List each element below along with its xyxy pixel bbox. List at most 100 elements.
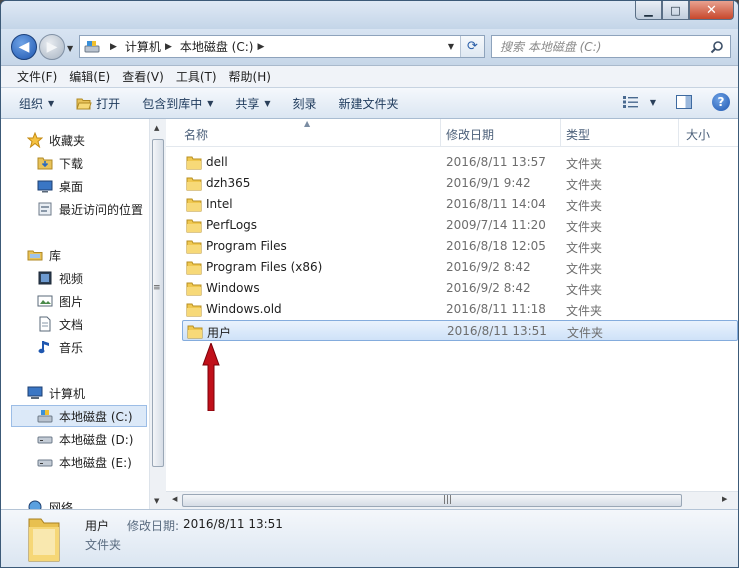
maximize-button[interactable]: □ [662,1,689,20]
help-icon[interactable]: ? [712,93,730,111]
views-dropdown-icon[interactable]: ▼ [650,98,656,107]
file-type: 文件夹 [566,220,603,234]
chevron-right-icon[interactable]: ▶ [257,42,264,52]
preview-pane-icon[interactable] [676,95,692,109]
document-icon [37,316,53,332]
file-row[interactable]: Intel 2016/8/11 14:04 文件夹 [182,194,738,215]
address-history-dropdown[interactable]: ▼ [444,36,458,57]
new-folder-button[interactable]: 新建文件夹 [339,95,399,112]
selected-item-name: 用户 [85,519,110,533]
organize-button[interactable]: 组织 ▼ [19,95,54,112]
share-button[interactable]: 共享 ▼ [235,95,270,112]
file-list-horizontal-scrollbar[interactable]: ◀ ||| ▶ [166,491,738,509]
red-arrow-annotation [202,343,220,411]
caption-buttons: ▁ □ ✕ [635,1,734,21]
folder-icon [186,198,202,212]
column-divider[interactable] [440,119,441,147]
drive-icon [37,431,53,447]
open-button[interactable]: 打开 [76,95,120,112]
menu-tools[interactable]: 工具(T) [170,68,223,85]
file-row[interactable]: PerfLogs 2009/7/14 11:20 文件夹 [182,215,738,236]
nav-recent-label: 最近访问的位置 [59,202,144,217]
music-note-icon [37,339,53,355]
back-button[interactable]: ◀ [11,34,37,60]
burn-label: 刻录 [292,96,317,111]
scroll-up-icon[interactable]: ▲ [154,124,159,132]
burn-button[interactable]: 刻录 [293,95,317,112]
column-divider[interactable] [678,119,679,147]
file-row[interactable]: Windows 2016/9/2 8:42 文件夹 [182,278,738,299]
menu-file[interactable]: 文件(F) [11,68,63,85]
chevron-right-icon[interactable]: ▶ [165,42,172,52]
forward-button[interactable]: ▶ [39,34,65,60]
modified-date-label: 修改日期: [127,519,180,533]
nav-music[interactable]: 音乐 [1,336,149,358]
file-row[interactable]: dell 2016/8/11 13:57 文件夹 [182,152,738,173]
nav-videos[interactable]: 视频 [1,267,149,289]
file-row[interactable]: Windows.old 2016/8/11 11:18 文件夹 [182,299,738,320]
file-name: PerfLogs [206,218,258,232]
file-date: 2016/8/11 13:51 [447,324,547,338]
refresh-icon[interactable]: ⟳ [460,36,484,57]
toolbar-right-group: ▼ ? [622,93,730,111]
file-row[interactable]: Program Files (x86) 2016/9/2 8:42 文件夹 [182,257,738,278]
nav-favorites[interactable]: 收藏夹 [1,129,149,151]
scroll-right-icon[interactable]: ▶ [722,495,727,503]
folder-icon [187,325,203,339]
address-bar[interactable]: ▶ 计算机 ▶ 本地磁盘 (C:) ▶ ▼ ⟳ [79,35,485,58]
column-header-size[interactable]: 大小 [686,126,710,143]
breadcrumb-drive-c[interactable]: 本地磁盘 (C:) [180,38,254,55]
chevron-right-icon[interactable]: ▶ [110,42,117,52]
menu-bar: 文件(F) 编辑(E) 查看(V) 工具(T) 帮助(H) [1,65,738,87]
column-header-type[interactable]: 类型 [566,126,590,143]
column-headers: ▲ 名称 修改日期 类型 大小 [166,119,738,147]
nav-computer[interactable]: 计算机 [1,382,149,404]
nav-drive-d[interactable]: 本地磁盘 (D:) [1,428,149,450]
nav-pictures[interactable]: 图片 [1,290,149,312]
nav-network-label: 网络 [49,500,74,510]
nav-drive-e[interactable]: 本地磁盘 (E:) [1,451,149,473]
search-input[interactable]: 搜索 本地磁盘 (C:) [491,35,731,58]
nav-downloads[interactable]: 下载 [1,152,149,174]
nav-documents[interactable]: 文档 [1,313,149,335]
folder-icon [186,261,202,275]
scroll-left-icon[interactable]: ◀ [172,495,177,503]
menu-edit[interactable]: 编辑(E) [63,68,116,85]
nav-recent-places[interactable]: 最近访问的位置 [1,198,149,220]
menu-help[interactable]: 帮助(H) [223,68,277,85]
nav-pictures-label: 图片 [59,294,84,309]
close-button[interactable]: ✕ [689,1,734,20]
recent-pages-dropdown[interactable]: ▼ [67,44,73,53]
scroll-down-icon[interactable]: ▼ [154,497,159,505]
computer-icon [27,385,43,401]
column-header-name[interactable]: 名称 [184,126,208,143]
file-name: 用户 [207,326,232,340]
scrollbar-thumb[interactable]: ||| [182,494,682,507]
nav-libraries[interactable]: 库 [1,244,149,266]
downloads-folder-icon [37,155,53,171]
file-name: Program Files (x86) [206,260,323,274]
nav-desktop[interactable]: 桌面 [1,175,149,197]
breadcrumb-computer[interactable]: 计算机 [125,38,161,55]
search-icon[interactable] [710,40,724,54]
nav-pane-scrollbar[interactable]: ▲ ≡ ▼ [149,119,166,509]
file-row[interactable]: Program Files 2016/8/18 12:05 文件夹 [182,236,738,257]
column-divider[interactable] [560,119,561,147]
file-row[interactable]: dzh365 2016/9/1 9:42 文件夹 [182,173,738,194]
include-in-library-button[interactable]: 包含到库中 ▼ [142,95,213,112]
column-header-date[interactable]: 修改日期 [446,126,494,143]
views-icon[interactable] [622,96,639,108]
grip-icon: ≡ [153,283,161,293]
scrollbar-thumb[interactable] [152,139,164,467]
nav-network[interactable]: 网络 [1,496,149,509]
menu-view[interactable]: 查看(V) [116,68,170,85]
drive-icon [37,454,53,470]
nav-drive-c-label: 本地磁盘 (C:) [59,409,133,424]
nav-drive-c[interactable]: 本地磁盘 (C:) [11,405,147,427]
chevron-down-icon: ▼ [264,98,271,108]
file-row-selected[interactable]: 用户 2016/8/11 13:51 文件夹 [182,320,738,341]
arrow-right-icon: ▶ [46,39,58,55]
command-bar: 组织 ▼ 打开 包含到库中 ▼ 共享 ▼ 刻录 新建文件夹 ▼ ? [1,87,738,119]
minimize-button[interactable]: ▁ [635,1,662,20]
desktop-icon [37,178,53,194]
